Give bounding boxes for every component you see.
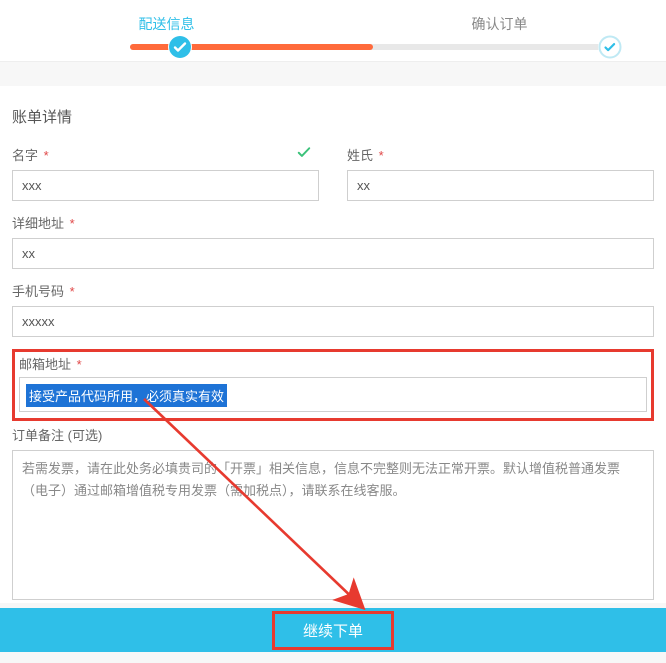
check-circle-icon — [168, 35, 192, 59]
required-mark: * — [70, 216, 75, 231]
check-icon — [295, 143, 313, 164]
last-name-field-wrap: 姓氏 * — [347, 145, 654, 201]
progress-track — [130, 44, 616, 50]
phone-label: 手机号码 * — [12, 281, 654, 300]
progress-fill — [130, 44, 373, 50]
step-confirm-node — [598, 35, 622, 59]
checkout-progress: 配送信息 确认订单 — [0, 0, 666, 62]
phone-input[interactable] — [12, 306, 654, 337]
address-label: 详细地址 * — [12, 213, 654, 232]
first-name-input[interactable] — [12, 170, 319, 201]
email-field-highlight: 邮箱地址 * 接受产品代码所用，必须真实有效 — [12, 349, 654, 421]
notes-label: 订单备注 (可选) — [12, 425, 654, 444]
address-input[interactable] — [12, 238, 654, 269]
required-mark: * — [77, 357, 82, 372]
last-name-label: 姓氏 * — [347, 145, 654, 164]
submit-bar: 继续下单 — [0, 608, 666, 652]
step-confirm-label: 确认订单 — [333, 14, 666, 34]
notes-textarea[interactable] — [12, 450, 654, 600]
first-name-field-wrap: 名字 * — [12, 145, 319, 201]
last-name-input[interactable] — [347, 170, 654, 201]
notes-field-wrap: 订单备注 (可选) — [12, 425, 654, 603]
email-placeholder-selected: 接受产品代码所用，必须真实有效 — [26, 384, 227, 407]
address-field-wrap: 详细地址 * — [12, 213, 654, 269]
first-name-label: 名字 * — [12, 145, 319, 164]
required-mark: * — [379, 148, 384, 163]
continue-button[interactable]: 继续下单 — [272, 611, 394, 650]
billing-form: 账单详情 名字 * 姓氏 * 详细地址 * 手机号码 * 邮箱地址 * — [0, 86, 666, 603]
check-circle-outline-icon — [598, 35, 622, 59]
step-shipping-label: 配送信息 — [0, 14, 333, 34]
email-label: 邮箱地址 * — [19, 354, 647, 373]
step-shipping-node — [168, 35, 192, 59]
email-input[interactable]: 接受产品代码所用，必须真实有效 — [19, 377, 647, 412]
phone-field-wrap: 手机号码 * — [12, 281, 654, 337]
required-mark: * — [70, 284, 75, 299]
required-mark: * — [44, 148, 49, 163]
section-title: 账单详情 — [12, 106, 654, 127]
